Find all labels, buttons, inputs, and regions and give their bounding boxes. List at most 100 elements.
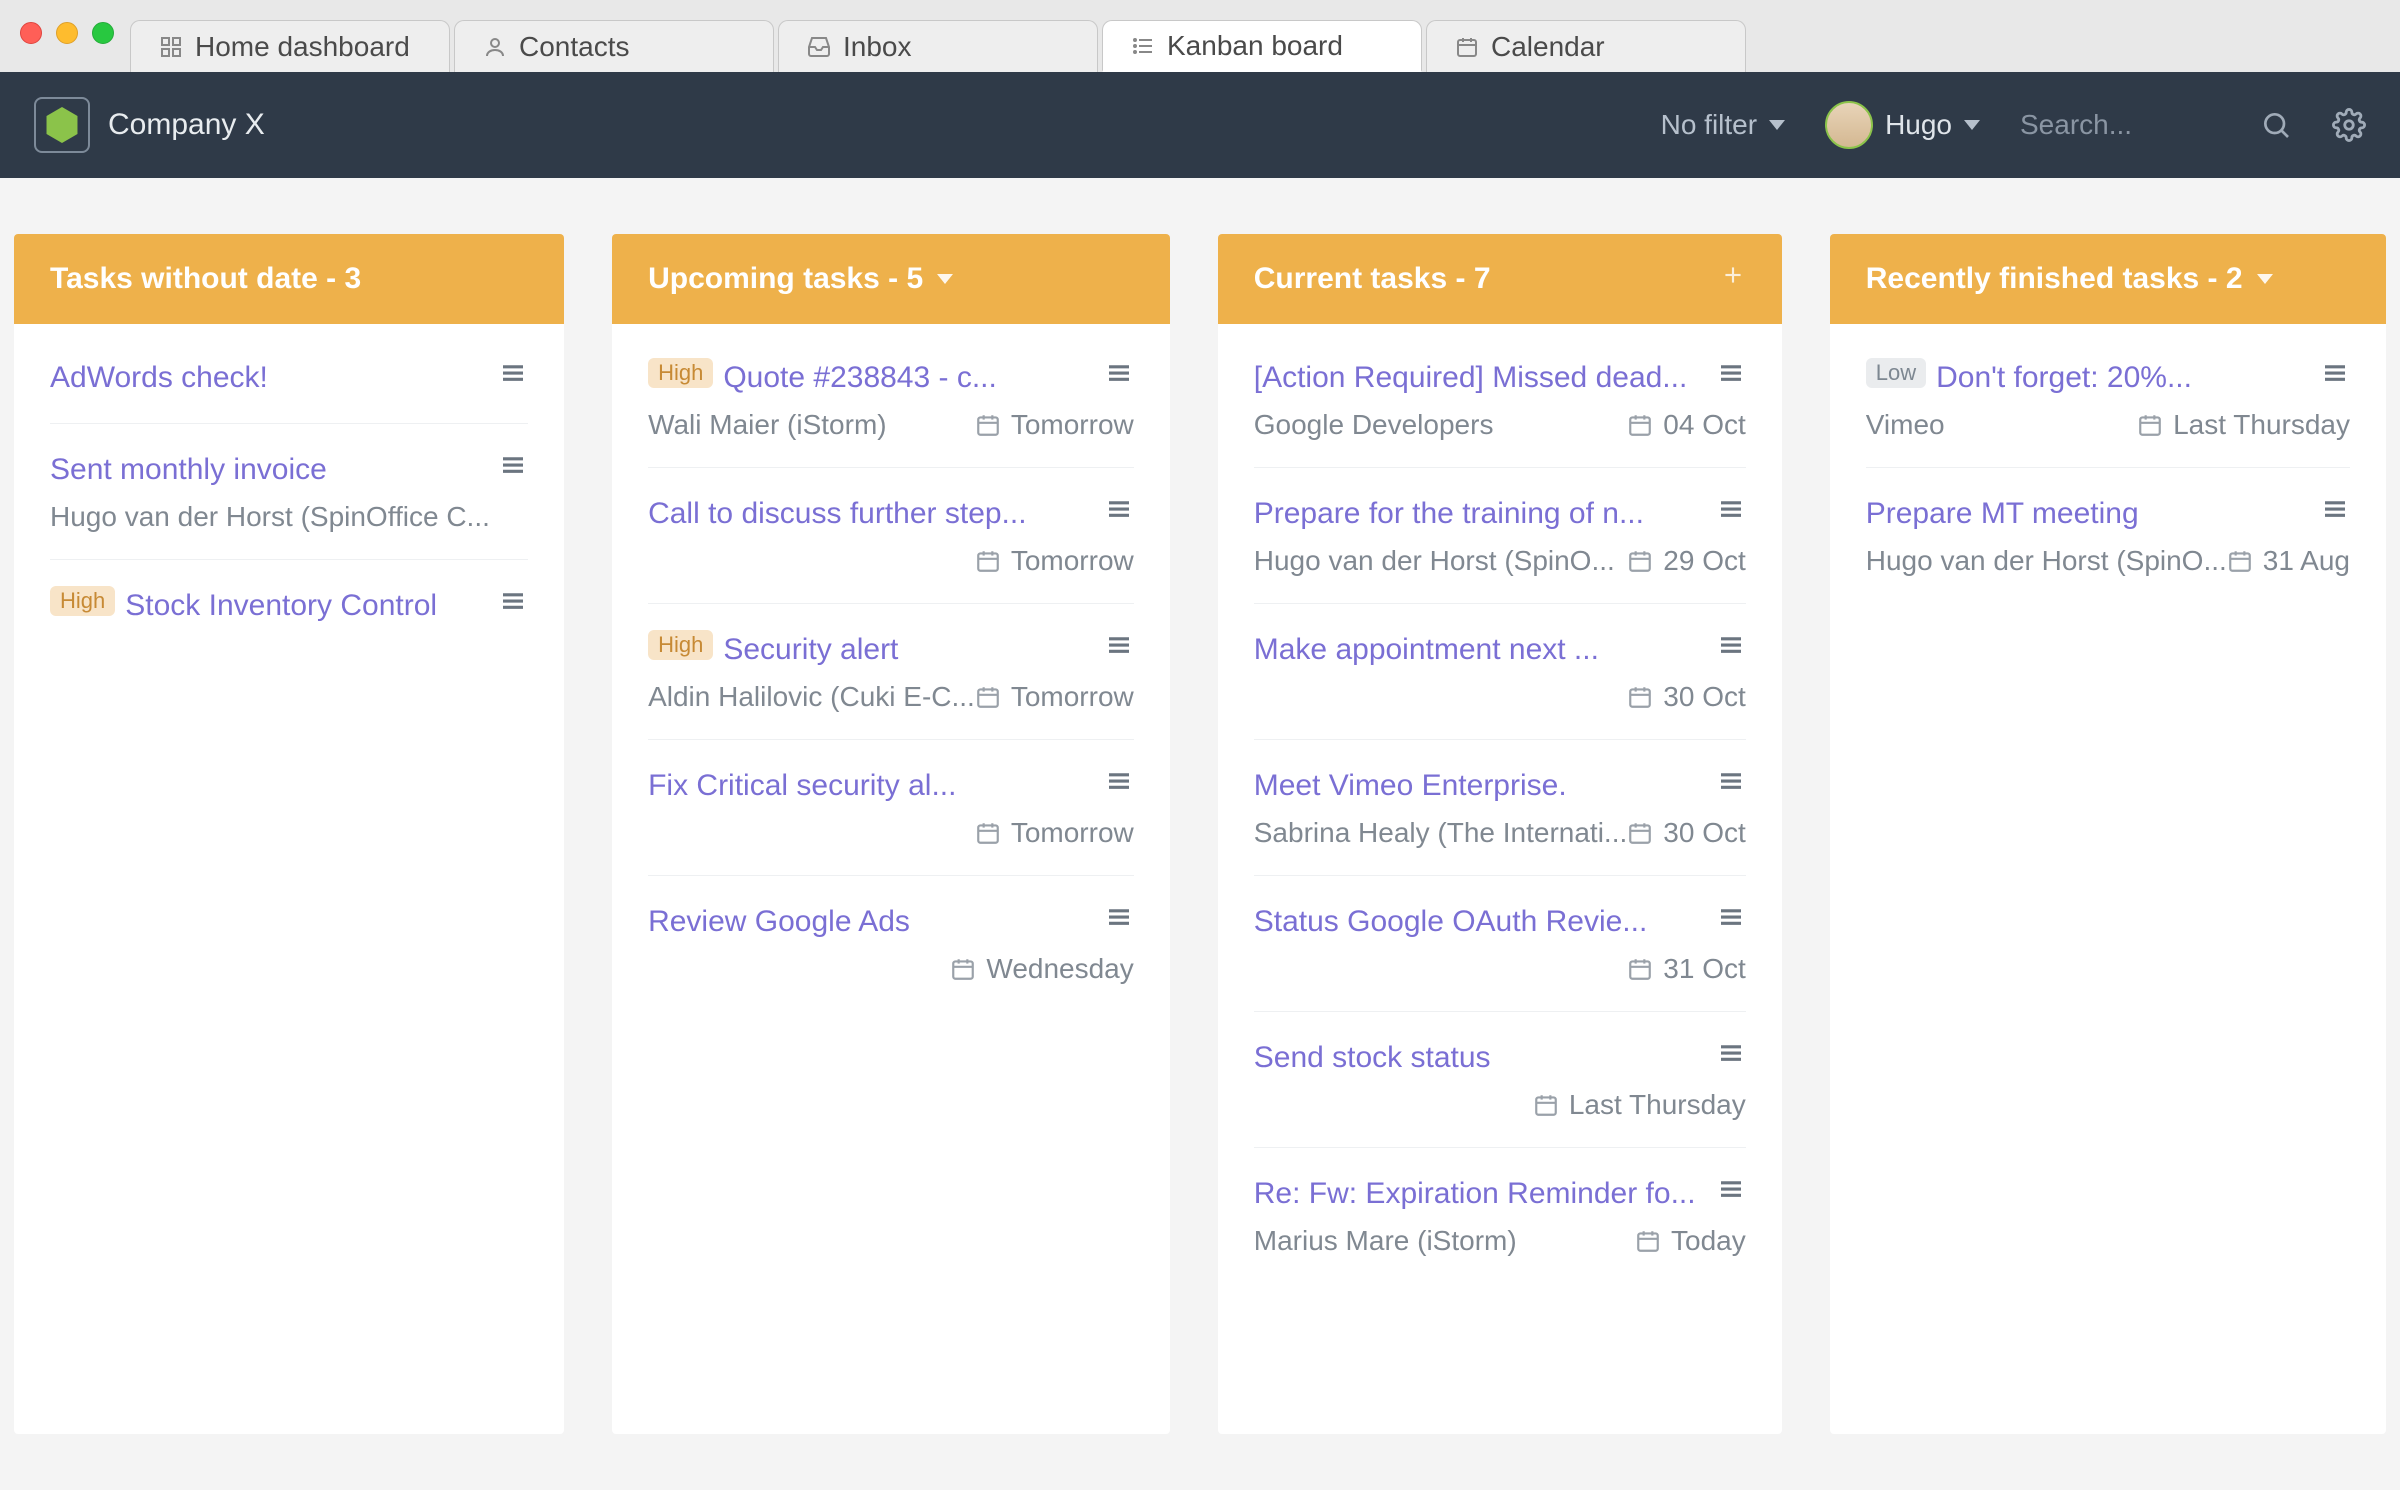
filter-label: No filter: [1661, 109, 1757, 141]
column-title: Tasks without date - 3: [50, 262, 361, 296]
kanban-card[interactable]: Fix Critical security al... Tomorrow: [648, 740, 1134, 876]
kanban-card[interactable]: Review Google Ads Wednesday: [648, 876, 1134, 1011]
column-title: Upcoming tasks - 5: [648, 262, 923, 296]
calendar-icon: [975, 820, 1001, 846]
kanban-card[interactable]: High Stock Inventory Control: [50, 560, 528, 651]
card-menu-icon[interactable]: [1104, 902, 1134, 937]
tab-label: Contacts: [519, 31, 630, 63]
calendar-icon: [1627, 412, 1653, 438]
user-menu[interactable]: Hugo: [1825, 101, 1980, 149]
list-icon: [1131, 34, 1155, 58]
tab-label: Home dashboard: [195, 31, 410, 63]
kanban-card[interactable]: Make appointment next ... 30 Oct: [1254, 604, 1746, 740]
column-header: Upcoming tasks - 5: [612, 234, 1170, 324]
chevron-down-icon[interactable]: [2257, 274, 2273, 284]
card-title: Prepare for the training of n...: [1254, 494, 1746, 533]
tab-home-dashboard[interactable]: Home dashboard: [130, 20, 450, 72]
column-header: Tasks without date - 3: [14, 234, 564, 324]
card-menu-icon[interactable]: [1104, 766, 1134, 801]
kanban-column: Current tasks - 7 [Action Required] Miss…: [1218, 234, 1782, 1434]
card-menu-icon[interactable]: [1716, 630, 1746, 665]
traffic-lights: [0, 22, 114, 44]
calendar-icon: [975, 548, 1001, 574]
card-title: Make appointment next ...: [1254, 630, 1746, 669]
kanban-card[interactable]: AdWords check!: [50, 332, 528, 424]
card-subtitle: Aldin Halilovic (Cuki E-C...: [648, 681, 975, 713]
inbox-icon: [807, 35, 831, 59]
tab-label: Inbox: [843, 31, 912, 63]
logo-icon: [34, 97, 90, 153]
priority-badge: Low: [1866, 358, 1926, 388]
chevron-down-icon: [1964, 120, 1980, 130]
calendar-icon: [950, 956, 976, 982]
card-menu-icon[interactable]: [1716, 494, 1746, 529]
column-body: AdWords check! Sent monthly invoice Hugo…: [14, 324, 564, 659]
gear-icon[interactable]: [2332, 108, 2366, 142]
card-title: Security alert: [723, 630, 1133, 669]
kanban-card[interactable]: Prepare MT meeting Hugo van der Horst (S…: [1866, 468, 2350, 603]
card-title: AdWords check!: [50, 358, 528, 397]
calendar-icon: [975, 412, 1001, 438]
card-date: 31 Oct: [1627, 953, 1745, 985]
add-card-button[interactable]: [1720, 262, 1746, 296]
brand[interactable]: Company X: [34, 97, 265, 153]
card-date: 04 Oct: [1627, 409, 1745, 441]
kanban-card[interactable]: Low Don't forget: 20%... VimeoLast Thurs…: [1866, 332, 2350, 468]
card-title: Quote #238843 - c...: [723, 358, 1133, 397]
company-name: Company X: [108, 108, 265, 142]
kanban-card[interactable]: Send stock status Last Thursday: [1254, 1012, 1746, 1148]
card-title: Stock Inventory Control: [125, 586, 528, 625]
tab-kanban-board[interactable]: Kanban board: [1102, 20, 1422, 72]
card-menu-icon[interactable]: [1716, 902, 1746, 937]
card-title: Meet Vimeo Enterprise.: [1254, 766, 1746, 805]
minimize-window-button[interactable]: [56, 22, 78, 44]
kanban-card[interactable]: Re: Fw: Expiration Reminder fo... Marius…: [1254, 1148, 1746, 1283]
calendar-icon: [2137, 412, 2163, 438]
kanban-card[interactable]: Meet Vimeo Enterprise. Sabrina Healy (Th…: [1254, 740, 1746, 876]
card-menu-icon[interactable]: [1104, 494, 1134, 529]
card-menu-icon[interactable]: [1104, 630, 1134, 665]
filter-dropdown[interactable]: No filter: [1661, 109, 1785, 141]
card-date: Wednesday: [950, 953, 1133, 985]
kanban-card[interactable]: High Quote #238843 - c... Wali Maier (iS…: [648, 332, 1134, 468]
chevron-down-icon[interactable]: [937, 274, 953, 284]
card-menu-icon[interactable]: [498, 586, 528, 621]
search-icon[interactable]: [2260, 109, 2292, 141]
app-header: Company X No filter Hugo: [0, 72, 2400, 178]
card-title: Re: Fw: Expiration Reminder fo...: [1254, 1174, 1746, 1213]
card-menu-icon[interactable]: [1716, 1174, 1746, 1209]
tab-calendar[interactable]: Calendar: [1426, 20, 1746, 72]
user-name: Hugo: [1885, 109, 1952, 141]
card-subtitle: Wali Maier (iStorm): [648, 409, 975, 441]
tab-label: Kanban board: [1167, 30, 1343, 62]
card-menu-icon[interactable]: [1716, 358, 1746, 393]
card-menu-icon[interactable]: [1716, 766, 1746, 801]
kanban-card[interactable]: Sent monthly invoice Hugo van der Horst …: [50, 424, 528, 560]
kanban-card[interactable]: Status Google OAuth Revie... 31 Oct: [1254, 876, 1746, 1012]
card-menu-icon[interactable]: [498, 450, 528, 485]
column-body: [Action Required] Missed dead... Google …: [1218, 324, 1782, 1291]
kanban-card[interactable]: [Action Required] Missed dead... Google …: [1254, 332, 1746, 468]
card-date: 30 Oct: [1627, 681, 1745, 713]
tab-contacts[interactable]: Contacts: [454, 20, 774, 72]
card-menu-icon[interactable]: [1716, 1038, 1746, 1073]
card-title: Status Google OAuth Revie...: [1254, 902, 1746, 941]
card-date: Tomorrow: [975, 681, 1134, 713]
tab-inbox[interactable]: Inbox: [778, 20, 1098, 72]
card-menu-icon[interactable]: [498, 358, 528, 393]
card-menu-icon[interactable]: [1104, 358, 1134, 393]
zoom-window-button[interactable]: [92, 22, 114, 44]
column-body: Low Don't forget: 20%... VimeoLast Thurs…: [1830, 324, 2386, 611]
card-menu-icon[interactable]: [2320, 358, 2350, 393]
close-window-button[interactable]: [20, 22, 42, 44]
kanban-card[interactable]: High Security alert Aldin Halilovic (Cuk…: [648, 604, 1134, 740]
grid-icon: [159, 35, 183, 59]
search-input[interactable]: [2020, 109, 2220, 141]
column-title: Recently finished tasks - 2: [1866, 262, 2243, 296]
kanban-card[interactable]: Call to discuss further step... Tomorrow: [648, 468, 1134, 604]
kanban-card[interactable]: Prepare for the training of n... Hugo va…: [1254, 468, 1746, 604]
card-menu-icon[interactable]: [2320, 494, 2350, 529]
kanban-column: Tasks without date - 3 AdWords check! Se…: [14, 234, 564, 1434]
chevron-down-icon: [1769, 120, 1785, 130]
calendar-icon: [1627, 820, 1653, 846]
